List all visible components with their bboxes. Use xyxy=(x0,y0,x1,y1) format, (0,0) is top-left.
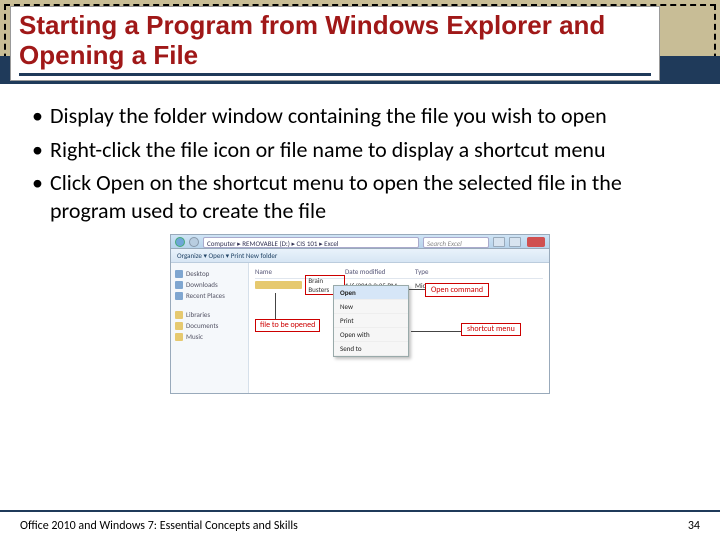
address-bar: Computer ▸ REMOVABLE (D:) ▸ CIS 101 ▸ Ex… xyxy=(203,237,419,248)
content-area: Display the folder window containing the… xyxy=(0,84,720,510)
folder-icon xyxy=(175,281,183,289)
page-number: 34 xyxy=(688,519,700,533)
menu-item: Open with xyxy=(334,328,408,342)
callout-line xyxy=(275,293,276,319)
folder-icon xyxy=(175,292,183,300)
title-box: Starting a Program from Windows Explorer… xyxy=(10,6,660,81)
menu-item: Send to xyxy=(334,342,408,356)
context-menu: Open New Print Open with Send to xyxy=(333,285,409,357)
callout-file-to-open: file to be opened xyxy=(255,319,320,332)
file-list: Name Date modified Type Brain Busters 1/… xyxy=(249,263,549,393)
bullet-item: Right-click the file icon or file name t… xyxy=(28,136,692,164)
slide-title: Starting a Program from Windows Explorer… xyxy=(19,11,651,76)
explorer-screenshot: Computer ▸ REMOVABLE (D:) ▸ CIS 101 ▸ Ex… xyxy=(170,234,550,394)
nav-forward-icon xyxy=(189,237,199,247)
callout-open-command: Open command xyxy=(425,283,489,297)
menu-item: Print xyxy=(334,314,408,328)
minimize-icon xyxy=(493,237,505,247)
nav-back-icon xyxy=(175,237,185,247)
callout-line xyxy=(411,331,461,332)
callout-shortcut-menu: shortcut menu xyxy=(461,323,521,336)
slide-footer: Office 2010 and Windows 7: Essential Con… xyxy=(0,510,720,540)
maximize-icon xyxy=(509,237,521,247)
close-icon xyxy=(527,237,545,247)
folder-icon xyxy=(175,333,183,341)
folder-icon xyxy=(175,270,183,278)
bullet-list: Display the folder window containing the… xyxy=(28,102,692,224)
nav-pane: Desktop Downloads Recent Places Librarie… xyxy=(171,263,249,393)
library-icon xyxy=(175,311,183,319)
col-date: Date modified xyxy=(345,267,415,276)
bullet-item: Display the folder window containing the… xyxy=(28,102,692,130)
file-icon xyxy=(255,281,302,289)
explorer-toolbar: Organize ▾ Open ▾ Print New folder xyxy=(171,249,549,263)
col-type: Type xyxy=(415,267,428,276)
folder-icon xyxy=(175,322,183,330)
menu-item: New xyxy=(334,300,408,314)
bullet-item: Click Open on the shortcut menu to open … xyxy=(28,169,692,224)
callout-line xyxy=(409,289,425,290)
search-box: Search Excel xyxy=(423,237,489,248)
menu-open: Open xyxy=(334,286,408,300)
window-titlebar: Computer ▸ REMOVABLE (D:) ▸ CIS 101 ▸ Ex… xyxy=(171,235,549,249)
footer-text: Office 2010 and Windows 7: Essential Con… xyxy=(20,519,298,533)
